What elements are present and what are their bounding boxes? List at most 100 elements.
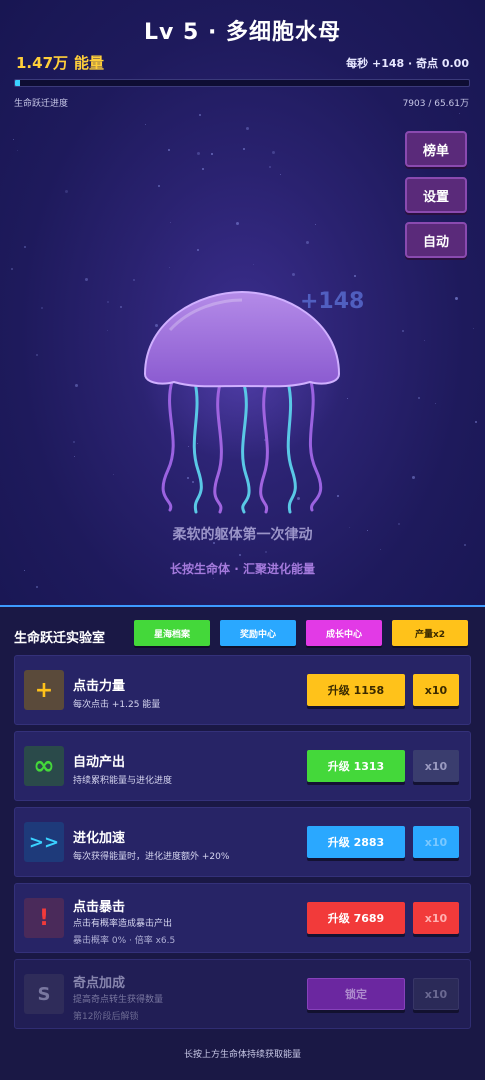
- star-dot: [17, 150, 18, 151]
- upgrade-card-critical-click: ! 点击暴击 点击有概率造成暴击产出 暴击概率 0% · 倍率 x6.5 升级 …: [14, 883, 471, 953]
- star-dot: [168, 149, 170, 151]
- star-dot: [41, 307, 43, 309]
- star-dot: [211, 153, 213, 155]
- upgrade-x10-button[interactable]: x10: [413, 826, 459, 858]
- rates-readout: 每秒 +148 · 奇点 0.00: [346, 57, 469, 70]
- star-dot: [459, 113, 460, 114]
- footer-hint: 长按上方生命体持续获取能量: [183, 1050, 301, 1060]
- upgrade-card-singularity-bonus: S 奇点加成 提高奇点转生获得数量 第12阶段后解锁 锁定 x10: [14, 959, 471, 1029]
- upgrade-desc: 持续累积能量与进化进度: [73, 776, 173, 786]
- star-dot: [113, 474, 114, 475]
- unlock-requirement: 第12阶段后解锁: [73, 1012, 139, 1022]
- game-scene: Lv 5 · 多细胞水母 1.47万 能量 每秒 +148 · 奇点 0.00 生…: [0, 0, 485, 605]
- lab-panel: 生命跃迁实验室 星海档案 奖励中心 成长中心 产量x2 + 点击力量 每次点击 …: [0, 605, 485, 1080]
- upgrade-desc: 点击有概率造成暴击产出: [73, 919, 173, 929]
- star-dot: [145, 124, 146, 125]
- infinity-icon: ∞: [24, 746, 64, 786]
- upgrade-name: 进化加速: [73, 831, 126, 846]
- exclamation-icon: !: [24, 898, 64, 938]
- auto-button[interactable]: 自动: [405, 222, 467, 258]
- star-dot: [243, 148, 245, 150]
- upgrade-x10-button[interactable]: x10: [413, 674, 459, 706]
- star-dot: [36, 586, 38, 588]
- star-dot: [107, 301, 109, 303]
- star-dot: [120, 306, 122, 308]
- star-dot: [246, 127, 249, 130]
- star-dot: [380, 549, 381, 550]
- page-title: Lv 5 · 多细胞水母: [143, 20, 341, 45]
- star-dot: [280, 174, 281, 175]
- star-dot: [269, 166, 271, 168]
- upgrade-button[interactable]: 升级 1313: [307, 750, 405, 782]
- upgrade-name: 奇点加成: [73, 976, 126, 991]
- upgrade-button[interactable]: 升级 2883: [307, 826, 405, 858]
- evolution-progress-bar: [14, 79, 470, 87]
- reward-center-button[interactable]: 奖励中心: [220, 620, 296, 646]
- star-dot: [473, 328, 474, 329]
- lab-title: 生命跃迁实验室: [14, 631, 106, 646]
- star-dot: [236, 222, 239, 225]
- star-archive-button[interactable]: 星海档案: [134, 620, 210, 646]
- upgrade-x10-button[interactable]: x10: [413, 750, 459, 782]
- star-dot: [36, 354, 38, 356]
- star-dot: [265, 551, 267, 553]
- star-dot: [475, 421, 477, 423]
- ranking-button[interactable]: 榜单: [405, 131, 467, 167]
- star-dot: [412, 476, 415, 479]
- upgrade-x10-button[interactable]: x10: [413, 902, 459, 934]
- upgrade-desc: 每次点击 +1.25 能量: [73, 700, 161, 710]
- star-dot: [13, 139, 14, 140]
- upgrade-button[interactable]: 升级 1158: [307, 674, 405, 706]
- star-dot: [11, 268, 13, 270]
- star-dot: [133, 279, 135, 281]
- upgrade-card-evolution-speed: >> 进化加速 每次获得能量时，进化进度额外 +20% 升级 2883 x10: [14, 807, 471, 877]
- star-dot: [435, 403, 436, 404]
- star-dot: [354, 275, 356, 277]
- star-dot: [199, 114, 201, 116]
- star-dot: [107, 330, 108, 331]
- tap-hint: 长按生命体 · 汇聚进化能量: [170, 562, 315, 576]
- upgrade-name: 自动产出: [73, 755, 126, 770]
- star-dot: [272, 151, 275, 154]
- upgrade-card-auto-output: ∞ 自动产出 持续累积能量与进化进度 升级 1313 x10: [14, 731, 471, 801]
- star-dot: [292, 273, 295, 276]
- upgrade-button[interactable]: 升级 7689: [307, 902, 405, 934]
- star-dot: [169, 267, 170, 268]
- star-dot: [239, 554, 241, 556]
- s-letter-icon: S: [24, 974, 64, 1014]
- star-dot: [418, 397, 420, 399]
- upgrade-stat: 暴击概率 0% · 倍率 x6.5: [73, 936, 176, 946]
- star-dot: [24, 246, 26, 248]
- locked-upgrade-button[interactable]: 锁定: [307, 978, 405, 1010]
- star-dot: [402, 330, 404, 332]
- star-dot: [158, 185, 160, 187]
- star-dot: [306, 241, 309, 244]
- star-dot: [75, 384, 78, 387]
- star-dot: [170, 222, 171, 223]
- upgrade-card-click-power: + 点击力量 每次点击 +1.25 能量 升级 1158 x10: [14, 655, 471, 725]
- upgrade-x10-button[interactable]: x10: [413, 978, 459, 1010]
- energy-label: 能量: [74, 54, 105, 72]
- star-dot: [213, 578, 214, 579]
- jellyfish-creature[interactable]: [140, 290, 345, 520]
- star-dot: [464, 544, 466, 546]
- progress-fill: [15, 80, 21, 86]
- progress-label: 生命跃迁进度: [14, 99, 69, 109]
- creature-caption: 柔软的躯体第一次律动: [172, 527, 313, 543]
- upgrade-desc: 每次获得能量时，进化进度额外 +20%: [73, 852, 230, 862]
- settings-button[interactable]: 设置: [405, 177, 467, 213]
- star-dot: [202, 168, 204, 170]
- star-dot: [455, 297, 458, 300]
- progress-value: 7903 / 65.61万: [402, 99, 469, 109]
- star-dot: [197, 152, 200, 155]
- double-output-button[interactable]: 产量x2: [392, 620, 468, 646]
- star-dot: [73, 441, 75, 443]
- star-dot: [74, 456, 75, 457]
- star-dot: [424, 340, 425, 341]
- growth-center-button[interactable]: 成长中心: [306, 620, 382, 646]
- star-dot: [65, 190, 68, 193]
- star-dot: [253, 264, 254, 265]
- upgrade-desc: 提高奇点转生获得数量: [73, 995, 164, 1005]
- star-dot: [197, 249, 199, 251]
- energy-value: 1.47万: [16, 54, 69, 72]
